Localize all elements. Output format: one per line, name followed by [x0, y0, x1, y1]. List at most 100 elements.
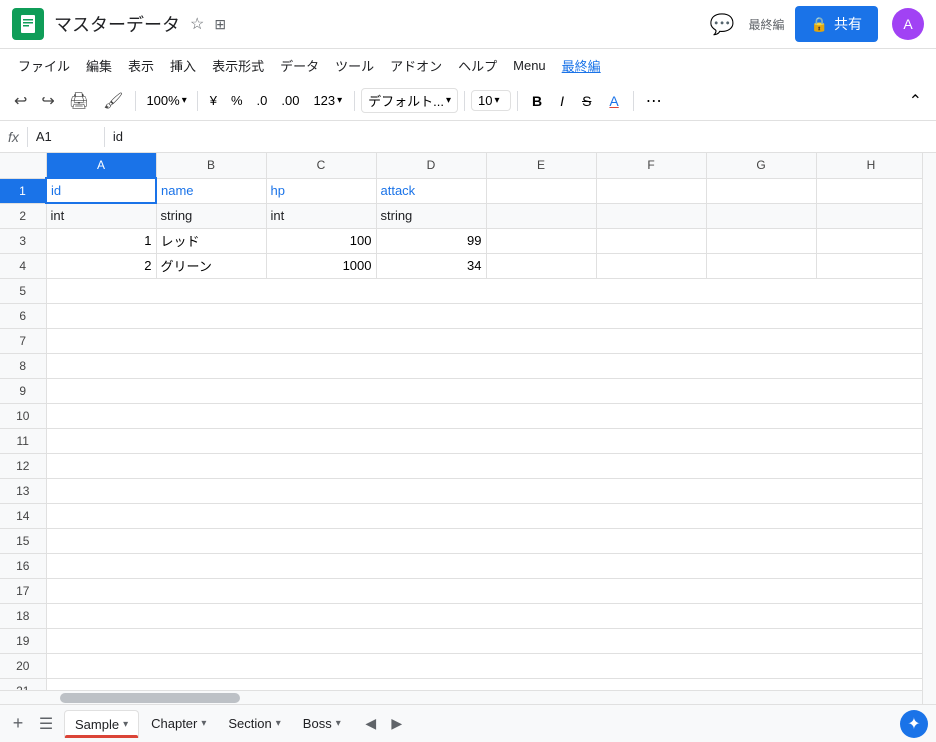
tab-chapter[interactable]: Chapter ▾ — [141, 710, 216, 737]
cell-e2[interactable] — [486, 203, 596, 228]
tab-chapter-dropdown-icon: ▾ — [201, 718, 206, 729]
scroll-right-nav — [922, 153, 936, 704]
menu-insert[interactable]: 挿入 — [162, 52, 204, 79]
horizontal-scroll-thumb[interactable] — [60, 693, 240, 703]
paint-format-button[interactable]: 🖌 — [97, 87, 129, 115]
star-icon[interactable]: ☆ — [190, 14, 204, 34]
tab-section[interactable]: Section ▾ — [218, 710, 290, 737]
cell-b1[interactable]: name — [156, 178, 266, 203]
table-row: 12 — [0, 453, 926, 478]
cell-c1[interactable]: hp — [266, 178, 376, 203]
cell-d4[interactable]: 34 — [376, 253, 486, 278]
cell-b4[interactable]: グリーン — [156, 253, 266, 278]
zoom-value: 100% — [146, 93, 179, 108]
font-size-dropdown[interactable]: 10 ▾ — [471, 90, 511, 111]
cell-a4[interactable]: 2 — [46, 253, 156, 278]
cell-f3[interactable] — [596, 228, 706, 253]
col-header-e[interactable]: E — [486, 153, 596, 178]
format-dropdown[interactable]: 123 ▾ — [307, 91, 348, 110]
decimal1-button[interactable]: .0 — [251, 89, 274, 112]
table-row: 5 — [0, 278, 926, 303]
col-header-h[interactable]: H — [816, 153, 926, 178]
font-color-button[interactable]: A — [601, 89, 626, 113]
tab-sample-dropdown-icon: ▾ — [123, 719, 128, 730]
menu-last-edit[interactable]: 最終編 — [554, 52, 609, 79]
menu-edit[interactable]: 編集 — [78, 52, 120, 79]
menu-help[interactable]: ヘルプ — [450, 52, 505, 79]
cell-e3[interactable] — [486, 228, 596, 253]
menu-data[interactable]: データ — [272, 52, 327, 79]
cell-b2[interactable]: string — [156, 203, 266, 228]
menu-file[interactable]: ファイル — [10, 52, 78, 79]
app-icon — [12, 8, 44, 40]
cell-g3[interactable] — [706, 228, 816, 253]
menu-format[interactable]: 表示形式 — [204, 52, 272, 79]
cell-h2[interactable] — [816, 203, 926, 228]
move-icon[interactable]: ⊞ — [214, 16, 226, 33]
cell-g2[interactable] — [706, 203, 816, 228]
last-edit-label: 最終編 — [749, 16, 785, 33]
cell-d3[interactable]: 99 — [376, 228, 486, 253]
zoom-control[interactable]: 100% ▾ — [142, 91, 190, 110]
menu-custom[interactable]: Menu — [505, 54, 554, 77]
cell-a1[interactable]: id — [46, 178, 156, 203]
cell-h3[interactable] — [816, 228, 926, 253]
cell-h4[interactable] — [816, 253, 926, 278]
cell-f4[interactable] — [596, 253, 706, 278]
cell-e4[interactable] — [486, 253, 596, 278]
tab-section-dropdown-icon: ▾ — [276, 718, 281, 729]
tab-prev-button[interactable]: ◀ — [359, 712, 383, 736]
doc-title[interactable]: マスターデータ — [54, 11, 180, 37]
col-header-g[interactable]: G — [706, 153, 816, 178]
tab-boss[interactable]: Boss ▾ — [293, 710, 351, 737]
cell-ref-input[interactable] — [36, 129, 96, 144]
chat-icon[interactable]: 💬 — [710, 12, 735, 37]
share-button[interactable]: 🔒 共有 — [795, 6, 878, 42]
cell-e1[interactable] — [486, 178, 596, 203]
col-header-c[interactable]: C — [266, 153, 376, 178]
col-header-d[interactable]: D — [376, 153, 486, 178]
tab-next-button[interactable]: ▶ — [385, 712, 409, 736]
menu-view[interactable]: 表示 — [120, 52, 162, 79]
cell-g1[interactable] — [706, 178, 816, 203]
menu-addons[interactable]: アドオン — [382, 52, 450, 79]
font-name-dropdown[interactable]: デフォルト... ▾ — [361, 88, 458, 113]
redo-button[interactable]: ↪ — [35, 87, 60, 115]
bold-button[interactable]: B — [524, 89, 550, 113]
scroll-track[interactable] — [923, 173, 936, 684]
col-header-b[interactable]: B — [156, 153, 266, 178]
cell-d1[interactable]: attack — [376, 178, 486, 203]
menu-tools[interactable]: ツール — [327, 52, 382, 79]
add-sheet-button[interactable]: + — [4, 710, 32, 738]
italic-button[interactable]: I — [552, 89, 572, 113]
tab-sample[interactable]: Sample ▾ — [64, 710, 139, 738]
sheet-list-button[interactable]: ☰ — [32, 710, 60, 738]
cell-h1[interactable] — [816, 178, 926, 203]
toolbar-separator-1 — [135, 91, 136, 111]
print-button[interactable]: 🖨 — [63, 87, 95, 115]
more-formats-button[interactable]: ⋯ — [640, 87, 668, 115]
tab-sample-label: Sample — [75, 717, 119, 732]
percent-button[interactable]: % — [225, 89, 249, 112]
cell-f1[interactable] — [596, 178, 706, 203]
col-header-f[interactable]: F — [596, 153, 706, 178]
horizontal-scrollbar[interactable] — [0, 690, 922, 704]
cell-b3[interactable]: レッド — [156, 228, 266, 253]
cell-f2[interactable] — [596, 203, 706, 228]
cell-c4[interactable]: 1000 — [266, 253, 376, 278]
cell-a3[interactable]: 1 — [46, 228, 156, 253]
cell-c2[interactable]: int — [266, 203, 376, 228]
currency-button[interactable]: ¥ — [204, 89, 223, 112]
explore-button[interactable]: ✦ — [900, 710, 928, 738]
cell-a2[interactable]: int — [46, 203, 156, 228]
grid-wrapper[interactable]: A B C D E F G H 1 id name hp attack — [0, 153, 936, 690]
col-header-a[interactable]: A — [46, 153, 156, 178]
decimal2-button[interactable]: .00 — [275, 89, 305, 112]
expand-toolbar-button[interactable]: ⌃ — [903, 87, 928, 115]
cell-c3[interactable]: 100 — [266, 228, 376, 253]
cell-d2[interactable]: string — [376, 203, 486, 228]
cell-g4[interactable] — [706, 253, 816, 278]
formula-input[interactable] — [113, 129, 928, 144]
strikethrough-button[interactable]: S — [574, 89, 599, 113]
undo-button[interactable]: ↩ — [8, 87, 33, 115]
